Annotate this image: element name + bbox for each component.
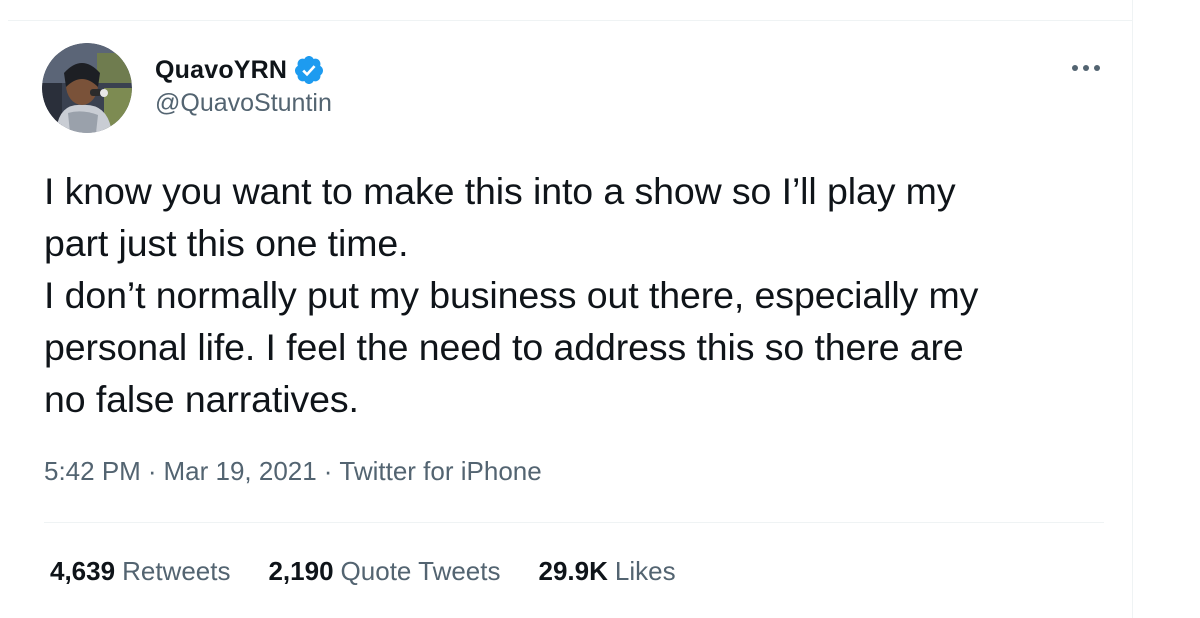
retweets-label: Retweets bbox=[122, 556, 231, 586]
quote-tweets-stat[interactable]: 2,190 Quote Tweets bbox=[268, 556, 500, 587]
likes-count: 29.9K bbox=[538, 556, 608, 586]
author-handle[interactable]: @QuavoStuntin bbox=[155, 89, 332, 118]
stats-divider bbox=[44, 522, 1104, 523]
tweet-time[interactable]: 5:42 PM bbox=[44, 456, 141, 487]
top-divider bbox=[8, 20, 1132, 21]
tweet-meta: 5:42 PM · Mar 19, 2021 · Twitter for iPh… bbox=[44, 456, 542, 487]
retweets-count: 4,639 bbox=[50, 556, 116, 586]
retweets-stat[interactable]: 4,639 Retweets bbox=[50, 556, 230, 587]
more-options-icon[interactable] bbox=[1064, 54, 1108, 82]
likes-stat[interactable]: 29.9K Likes bbox=[539, 556, 676, 587]
quote-tweets-count: 2,190 bbox=[268, 556, 334, 586]
verified-badge-icon bbox=[293, 54, 325, 86]
tweet-date[interactable]: Mar 19, 2021 bbox=[164, 456, 317, 487]
meta-separator: · bbox=[323, 456, 333, 486]
meta-separator: · bbox=[147, 456, 157, 486]
tweet-text: I know you want to make this into a show… bbox=[44, 170, 979, 420]
avatar[interactable] bbox=[42, 43, 132, 133]
avatar-photo bbox=[42, 43, 132, 133]
engagement-stats: 4,639 Retweets 2,190 Quote Tweets 29.9K … bbox=[50, 556, 714, 587]
likes-label: Likes bbox=[614, 556, 676, 586]
quote-tweets-label: Quote Tweets bbox=[340, 556, 501, 586]
tweet-source[interactable]: Twitter for iPhone bbox=[339, 456, 541, 487]
display-name[interactable]: QuavoYRN bbox=[155, 56, 287, 85]
tweet-card: QuavoYRN @QuavoStuntin I know you want t… bbox=[0, 0, 1133, 618]
author-name-row[interactable]: QuavoYRN bbox=[155, 52, 325, 88]
